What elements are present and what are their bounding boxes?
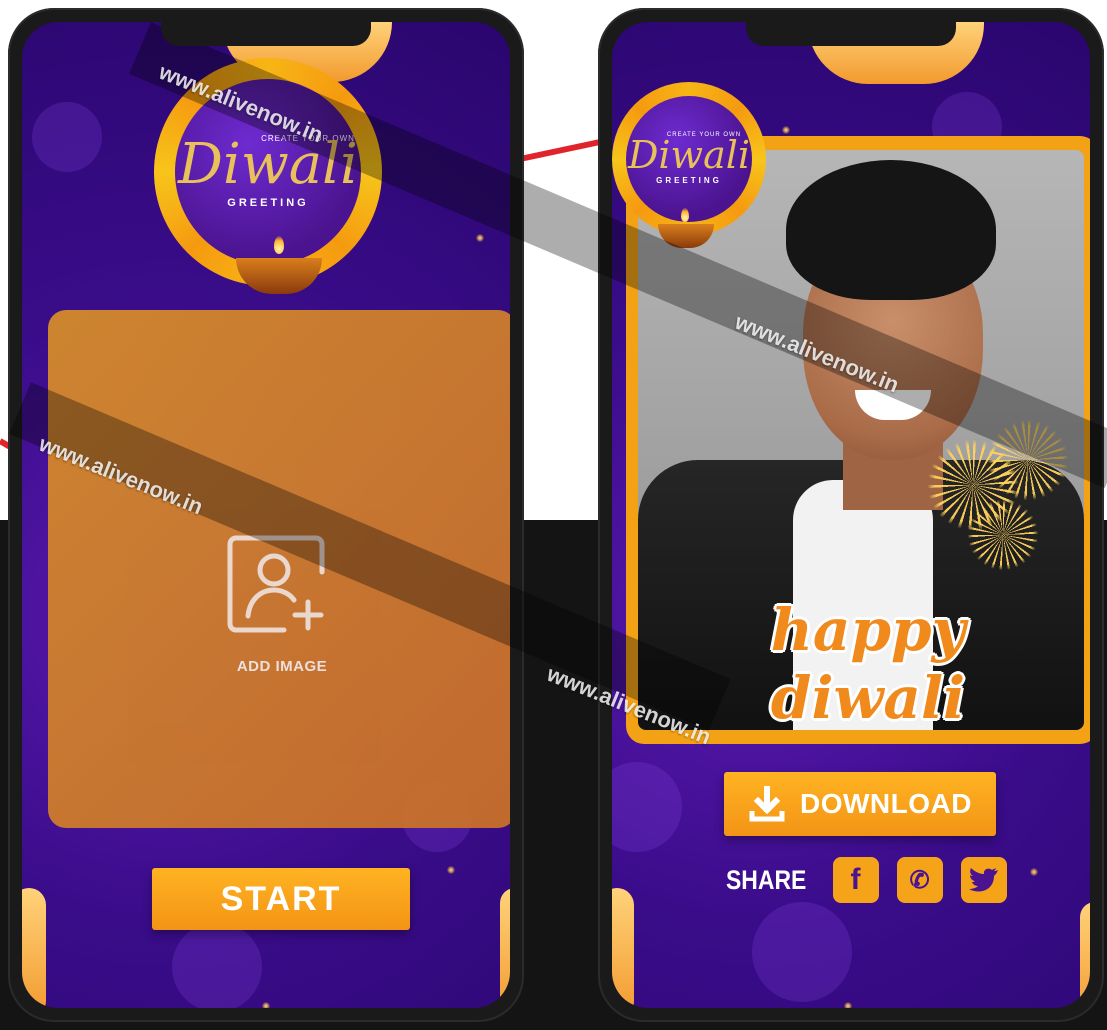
twitter-bird-icon (968, 868, 998, 892)
start-button[interactable]: START (152, 868, 410, 930)
image-upload-panel[interactable]: ADD IMAGE (48, 310, 510, 828)
phone-right: happy diwali CREATE YOUR OWN Diwali GREE… (598, 8, 1104, 1022)
sky-lantern (1080, 902, 1090, 1008)
bokeh-light (612, 762, 682, 852)
badge-title: Diwali (627, 133, 751, 178)
add-image-label: ADD IMAGE (236, 658, 328, 675)
firework-graphic (988, 420, 1068, 500)
facebook-icon[interactable]: f (832, 857, 879, 903)
spark-light (782, 126, 790, 134)
download-button[interactable]: DOWNLOAD (724, 772, 996, 836)
happy-diwali-text: happy diwali (770, 596, 966, 730)
badge-inner: CREATE YOUR OWN Diwali GREETING (625, 95, 753, 223)
spark-light (476, 234, 484, 242)
share-label: SHARE (726, 864, 807, 895)
spark-light (262, 1002, 270, 1008)
decorative-red-line (519, 136, 611, 162)
add-user-photo-icon[interactable] (224, 532, 328, 636)
badge-subtitle: GREETING (227, 197, 309, 210)
diya-flame (274, 236, 284, 254)
bokeh-light (752, 902, 852, 1002)
badge-title: Diwali (178, 132, 358, 198)
sky-lantern (612, 888, 634, 1008)
sky-lantern (500, 888, 510, 1008)
firework-graphic (968, 500, 1038, 570)
phone-notch (746, 22, 956, 46)
spark-light (844, 1002, 852, 1008)
download-label: DOWNLOAD (800, 788, 972, 819)
diya-lamp (236, 258, 322, 294)
spark-light (1030, 868, 1038, 876)
bokeh-light (172, 922, 262, 1008)
diya-flame (681, 208, 689, 222)
bokeh-light (32, 102, 102, 172)
whatsapp-icon[interactable]: ✆ (896, 857, 943, 903)
spark-light (447, 866, 455, 874)
diwali-badge: CREATE YOUR OWN Diwali GREETING (612, 82, 766, 236)
phone-left-screen: CREATE YOUR OWN Diwali GREETING ADD IMAG… (22, 22, 510, 1008)
share-row: SHARE f ✆ (726, 856, 1007, 904)
twitter-icon[interactable] (960, 857, 1007, 903)
phone-left: CREATE YOUR OWN Diwali GREETING ADD IMAG… (8, 8, 524, 1022)
photo-hair (786, 160, 996, 300)
phone-right-screen: happy diwali CREATE YOUR OWN Diwali GREE… (612, 22, 1090, 1008)
phone-notch (161, 22, 371, 46)
sky-lantern (22, 888, 46, 1008)
download-icon (749, 786, 785, 822)
badge-subtitle: GREETING (656, 176, 722, 186)
